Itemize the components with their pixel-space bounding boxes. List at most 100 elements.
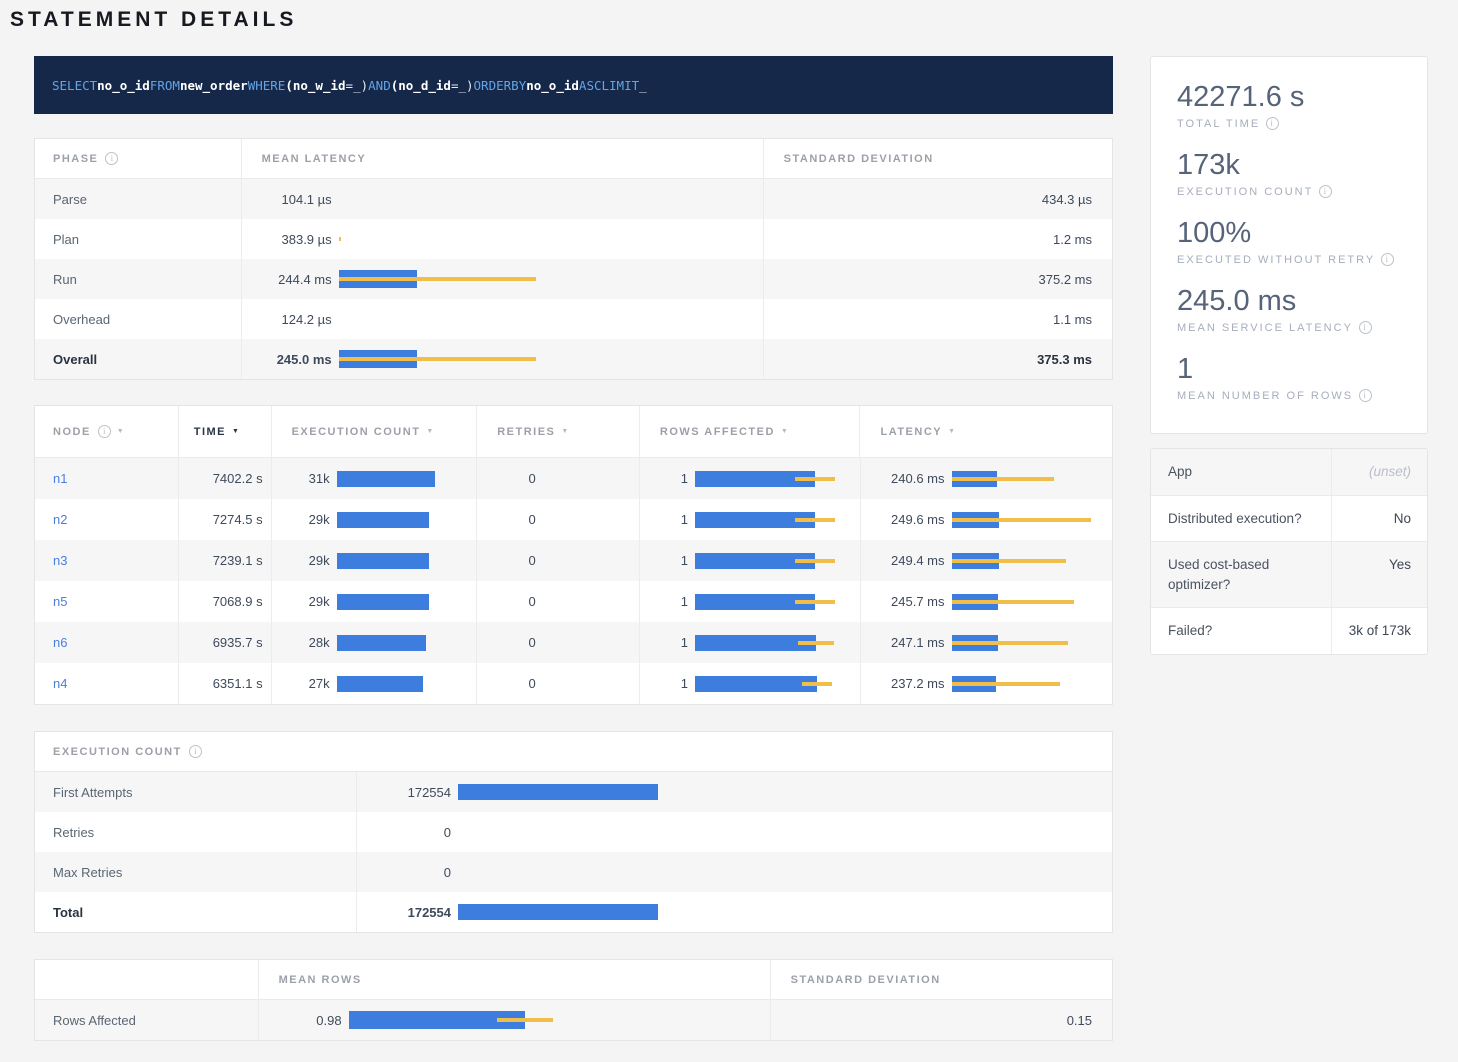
execution-count-cell: 29k [271, 540, 477, 581]
sql-keyword: LIMIT [602, 78, 640, 93]
latency-cell: 249.4 ms [860, 540, 1113, 581]
info-icon[interactable]: i [1266, 117, 1279, 130]
latency-cell: 237.2 ms [860, 663, 1113, 704]
time-value: 7239.1 s [213, 553, 263, 568]
sql-token: = [451, 78, 459, 93]
execution-count: 27k [272, 663, 477, 704]
mean-latency-cell: 124.2 µs [241, 299, 763, 339]
rows-affected-cell: 1 [639, 499, 860, 540]
node-header-time[interactable]: TIME▼ [178, 406, 271, 457]
rows-affected-bar [695, 471, 860, 487]
mean-bar [337, 594, 429, 610]
latency-value: 249.4 ms [861, 553, 945, 568]
node-header-latency[interactable]: LATENCY▼ [859, 406, 1112, 457]
node-link[interactable]: n4 [53, 676, 67, 691]
stddev-line [952, 559, 1066, 563]
stat-label: MEAN SERVICE LATENCYi [1177, 321, 1401, 334]
info-icon[interactable]: i [98, 425, 111, 438]
execution-count: 29k [272, 540, 477, 581]
sql-keyword: ASC [579, 78, 602, 93]
phase-label-cell: Overhead [35, 299, 241, 339]
table-row: n57068.9 s29k01245.7 ms [35, 581, 1112, 622]
mean-bar [337, 553, 429, 569]
exec-label: Total [53, 905, 83, 920]
table-row: Overhead124.2 µs1.1 ms [35, 299, 1112, 339]
node-header-retries[interactable]: RETRIES▼ [476, 406, 639, 457]
retries-value: 0 [528, 635, 535, 650]
sql-keyword: AND [368, 78, 391, 93]
sql-token: no_o_id [526, 78, 579, 93]
mean-latency: 245.0 ms [242, 339, 763, 379]
sql-token: new_order [180, 78, 248, 93]
retries-cell: 0 [476, 458, 639, 499]
rows-affected-table: MEAN ROWSSTANDARD DEVIATIONRows Affected… [34, 959, 1113, 1041]
info-icon[interactable]: i [105, 152, 118, 165]
sql-token: = [346, 78, 354, 93]
phase-table-header: PHASEiMEAN LATENCYSTANDARD DEVIATION [35, 139, 1112, 179]
stddev-line [952, 682, 1060, 686]
execution-count-cell: 31k [271, 458, 477, 499]
execution-count: 28k [272, 622, 477, 663]
mean-latency-value: 104.1 µs [242, 192, 332, 207]
column-header-label: STANDARD DEVIATION [791, 974, 941, 986]
exec-label-cell: Retries [35, 812, 356, 852]
info-icon[interactable]: i [1319, 185, 1332, 198]
execution-count-cell: 27k [271, 663, 477, 704]
info-icon[interactable]: i [1359, 321, 1372, 334]
exec-label: First Attempts [53, 785, 132, 800]
stddev-line [795, 518, 835, 522]
table-row: n27274.5 s29k01249.6 ms [35, 499, 1112, 540]
stat-value: 100% [1177, 217, 1401, 250]
latency-cell: 247.1 ms [860, 622, 1113, 663]
column-header-label: RETRIES [497, 426, 555, 438]
node-header-rows-affected[interactable]: ROWS AFFECTED▼ [639, 406, 860, 457]
phase-label: Overall [53, 352, 97, 367]
time-value: 6351.1 s [213, 676, 263, 691]
execution-count-bar [337, 594, 477, 610]
time-cell: 7068.9 s [178, 581, 271, 622]
time-value: 7402.2 s [213, 471, 263, 486]
node-link[interactable]: n1 [53, 471, 67, 486]
latency: 240.6 ms [861, 458, 1113, 499]
info-icon[interactable]: i [189, 745, 202, 758]
rows-header- [35, 960, 258, 999]
info-icon[interactable]: i [1359, 389, 1372, 402]
node-link[interactable]: n2 [53, 512, 67, 527]
time-cell: 6935.7 s [178, 622, 271, 663]
table-row: Retries0 [35, 812, 1112, 852]
sort-arrow-icon: ▼ [117, 428, 124, 435]
sql-keyword: FROM [150, 78, 180, 93]
info-icon[interactable]: i [1381, 253, 1394, 266]
std-dev-value: 1.2 ms [1053, 232, 1092, 247]
mean-bar [337, 471, 435, 487]
rows-affected-value: 1 [640, 512, 688, 527]
mean-latency-bar [339, 190, 763, 208]
sql-token: no_o_id [97, 78, 150, 93]
statement-sidebar: 42271.6 sTOTAL TIMEi173kEXECUTION COUNTi… [1150, 56, 1428, 1041]
std-dev-cell: 1.2 ms [763, 219, 1112, 259]
node-link[interactable]: n6 [53, 635, 67, 650]
node-link[interactable]: n5 [53, 594, 67, 609]
stat-label: TOTAL TIMEi [1177, 117, 1401, 130]
mean-latency: 124.2 µs [242, 299, 763, 339]
rows-header-mean-rows: MEAN ROWS [258, 960, 770, 999]
app-details-table: App(unset)Distributed execution?NoUsed c… [1150, 448, 1428, 655]
std-dev-cell: 375.3 ms [763, 339, 1112, 379]
exec-label-cell: Max Retries [35, 852, 356, 892]
node-header-node[interactable]: NODEi▼ [35, 406, 178, 457]
latency: 245.7 ms [861, 581, 1113, 622]
retries-value: 0 [528, 553, 535, 568]
mean-latency-cell: 383.9 µs [241, 219, 763, 259]
statement-details-page: STATEMENT DETAILS SELECT no_o_id FROM ne… [0, 0, 1458, 1041]
node-header-execution-count[interactable]: EXECUTION COUNT▼ [271, 406, 477, 457]
stddev-line [795, 559, 835, 563]
table-row: Run244.4 ms375.2 ms [35, 259, 1112, 299]
latency-bar [952, 676, 1113, 692]
sort-arrow-icon: ▼ [948, 428, 955, 435]
node-link[interactable]: n3 [53, 553, 67, 568]
retries-cell: 0 [476, 622, 639, 663]
stddev-line [795, 600, 835, 604]
latency-cell: 249.6 ms [860, 499, 1113, 540]
execution-count: 29k [272, 581, 477, 622]
exec-count: 0 [357, 812, 1112, 852]
